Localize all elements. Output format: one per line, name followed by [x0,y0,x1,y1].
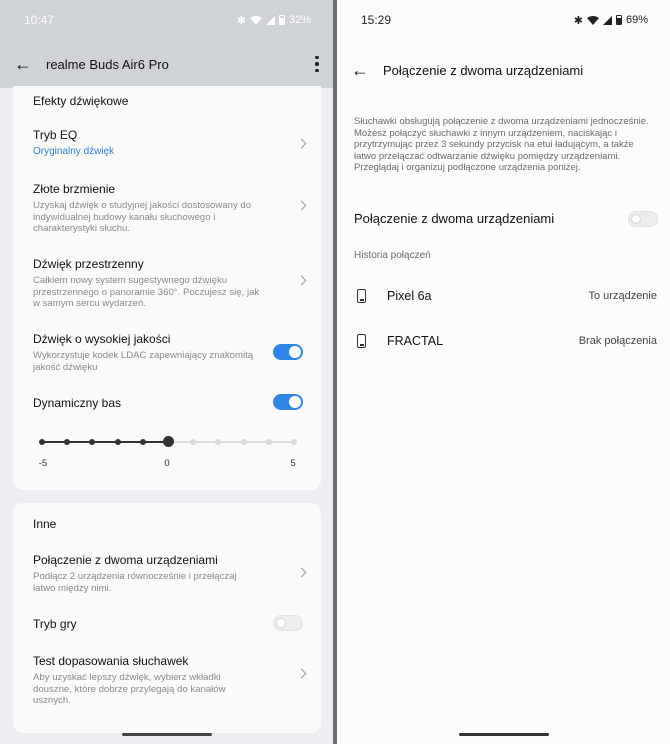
bass-tick-mid: 0 [164,458,170,469]
slider-thumb[interactable] [162,436,174,447]
phone-icon [357,334,366,348]
bass-tick-min: -5 [38,458,48,469]
dual-connection-row[interactable]: Połączenie z dwoma urządzeniami Podłącz … [33,553,309,594]
hires-audio-title: Dźwięk o wysokiej jakości [33,332,171,346]
slider-track-active [42,441,168,443]
right-screen: 15:29 ✱ 69% ← Połączenie z dwoma urządze… [337,0,670,744]
device-row-pixel[interactable]: Pixel 6a To urządzenie [354,286,657,306]
back-arrow-icon[interactable]: ← [337,60,383,81]
eq-mode-row[interactable]: Tryb EQ Oryginalny dźwięk [33,128,309,158]
sound-effects-card: Efekty dźwiękowe Tryb EQ Oryginalny dźwi… [13,86,321,490]
status-bar: 10:47 ✱ 32% [0,0,333,40]
dual-connection-desc: Podłącz 2 urządzenia równocześnie i prze… [33,571,237,594]
slider-step-dot [139,439,146,445]
spatial-sound-title: Dźwięk przestrzenny [33,257,144,271]
wifi-icon [249,15,262,25]
chevron-right-icon [296,200,307,211]
fit-test-row[interactable]: Test dopasowania słuchawek Aby uzyskać l… [33,654,309,707]
spatial-sound-desc: Całkiem nowy system sugestywnego dźwięku… [33,275,260,309]
battery-percent: 69% [625,14,648,26]
fit-test-desc: Aby uzyskać lepszy dźwięk, wybierz wkład… [33,672,226,706]
page-title: realme Buds Air6 Pro [46,56,169,72]
device-row-fractal[interactable]: FRACTAL Brak połączenia [354,331,657,351]
other-card: Inne Połączenie z dwoma urządzeniami Pod… [13,503,321,733]
dynamic-bass-title: Dynamiczny bas [33,396,122,410]
more-options-icon[interactable] [301,55,333,73]
slider-step-dot [89,439,96,445]
bass-level-slider[interactable] [39,436,297,447]
dual-connection-title: Połączenie z dwoma urządzeniami [33,553,218,567]
app-bar: ← realme Buds Air6 Pro [0,40,333,88]
page-title: Połączenie z dwoma urządzeniami [383,62,584,78]
fit-test-title: Test dopasowania słuchawek [33,654,189,668]
history-label: Historia połączeń [354,250,431,261]
status-bar: 15:29 ✱ 69% [337,0,670,40]
dynamic-bass-toggle[interactable] [273,394,303,410]
phone-icon [357,289,366,303]
golden-sound-title: Złote brzmienie [33,182,116,196]
game-mode-row: Tryb gry [33,615,309,631]
golden-sound-row[interactable]: Złote brzmienie Uzyskaj dźwięk o studyjn… [33,182,309,235]
signal-icon [265,15,275,25]
slider-step-dot [240,439,247,445]
dual-connection-label: Połączenie z dwoma urządzeniami [354,211,555,226]
back-arrow-icon[interactable]: ← [0,54,46,75]
bluetooth-icon: ✱ [236,14,246,27]
slider-step-dot [64,439,71,445]
dual-connection-toggle[interactable] [628,211,658,227]
dynamic-bass-row: Dynamiczny bas [33,394,309,410]
hires-audio-desc: Wykorzystuje kodek LDAC zapewniający zna… [33,350,254,373]
battery-icon [278,15,285,25]
device-name: FRACTAL [387,334,444,348]
wifi-icon [586,15,599,25]
device-status: Brak połączenia [578,335,657,347]
battery-percent: 32% [288,14,311,26]
slider-step-dot [114,439,121,445]
bluetooth-icon: ✱ [573,14,583,27]
device-name: Pixel 6a [387,289,432,303]
eq-mode-title: Tryb EQ [33,128,78,142]
slider-step-dot [190,439,197,445]
slider-step-dot [265,439,272,445]
hires-audio-toggle[interactable] [273,344,303,360]
golden-sound-desc: Uzyskaj dźwięk o studyjnej jakości dosto… [33,200,252,234]
device-status: To urządzenie [588,290,658,302]
chevron-right-icon [296,275,307,286]
spatial-sound-row[interactable]: Dźwięk przestrzenny Całkiem nowy system … [33,257,309,310]
app-bar: ← Połączenie z dwoma urządzeniami [337,50,670,90]
gesture-nav-bar[interactable] [458,733,549,736]
bass-tick-max: 5 [290,458,296,469]
status-time: 10:47 [24,13,55,27]
section-title-other: Inne [33,517,57,531]
eq-mode-value: Oryginalny dźwięk [33,146,115,157]
status-time: 15:29 [361,13,392,27]
left-screen: 10:47 ✱ 32% ← realme Buds Air6 Pro Efekt… [0,0,333,744]
chevron-right-icon [296,567,307,578]
game-mode-toggle[interactable] [273,615,303,631]
hires-audio-row: Dźwięk o wysokiej jakości Wykorzystuje k… [33,332,309,373]
chevron-right-icon [296,668,307,679]
slider-track-inactive [168,441,294,443]
gesture-nav-bar[interactable] [121,733,212,736]
dual-connection-description: Słuchawki obsługują połączenie z dwoma u… [354,116,649,174]
slider-step-dot [39,439,45,445]
section-title-sound-effects: Efekty dźwiękowe [33,94,129,108]
battery-icon [615,15,622,25]
slider-step-dot [215,439,222,445]
slider-step-dot [291,439,297,445]
game-mode-title: Tryb gry [33,617,77,631]
signal-icon [602,15,612,25]
